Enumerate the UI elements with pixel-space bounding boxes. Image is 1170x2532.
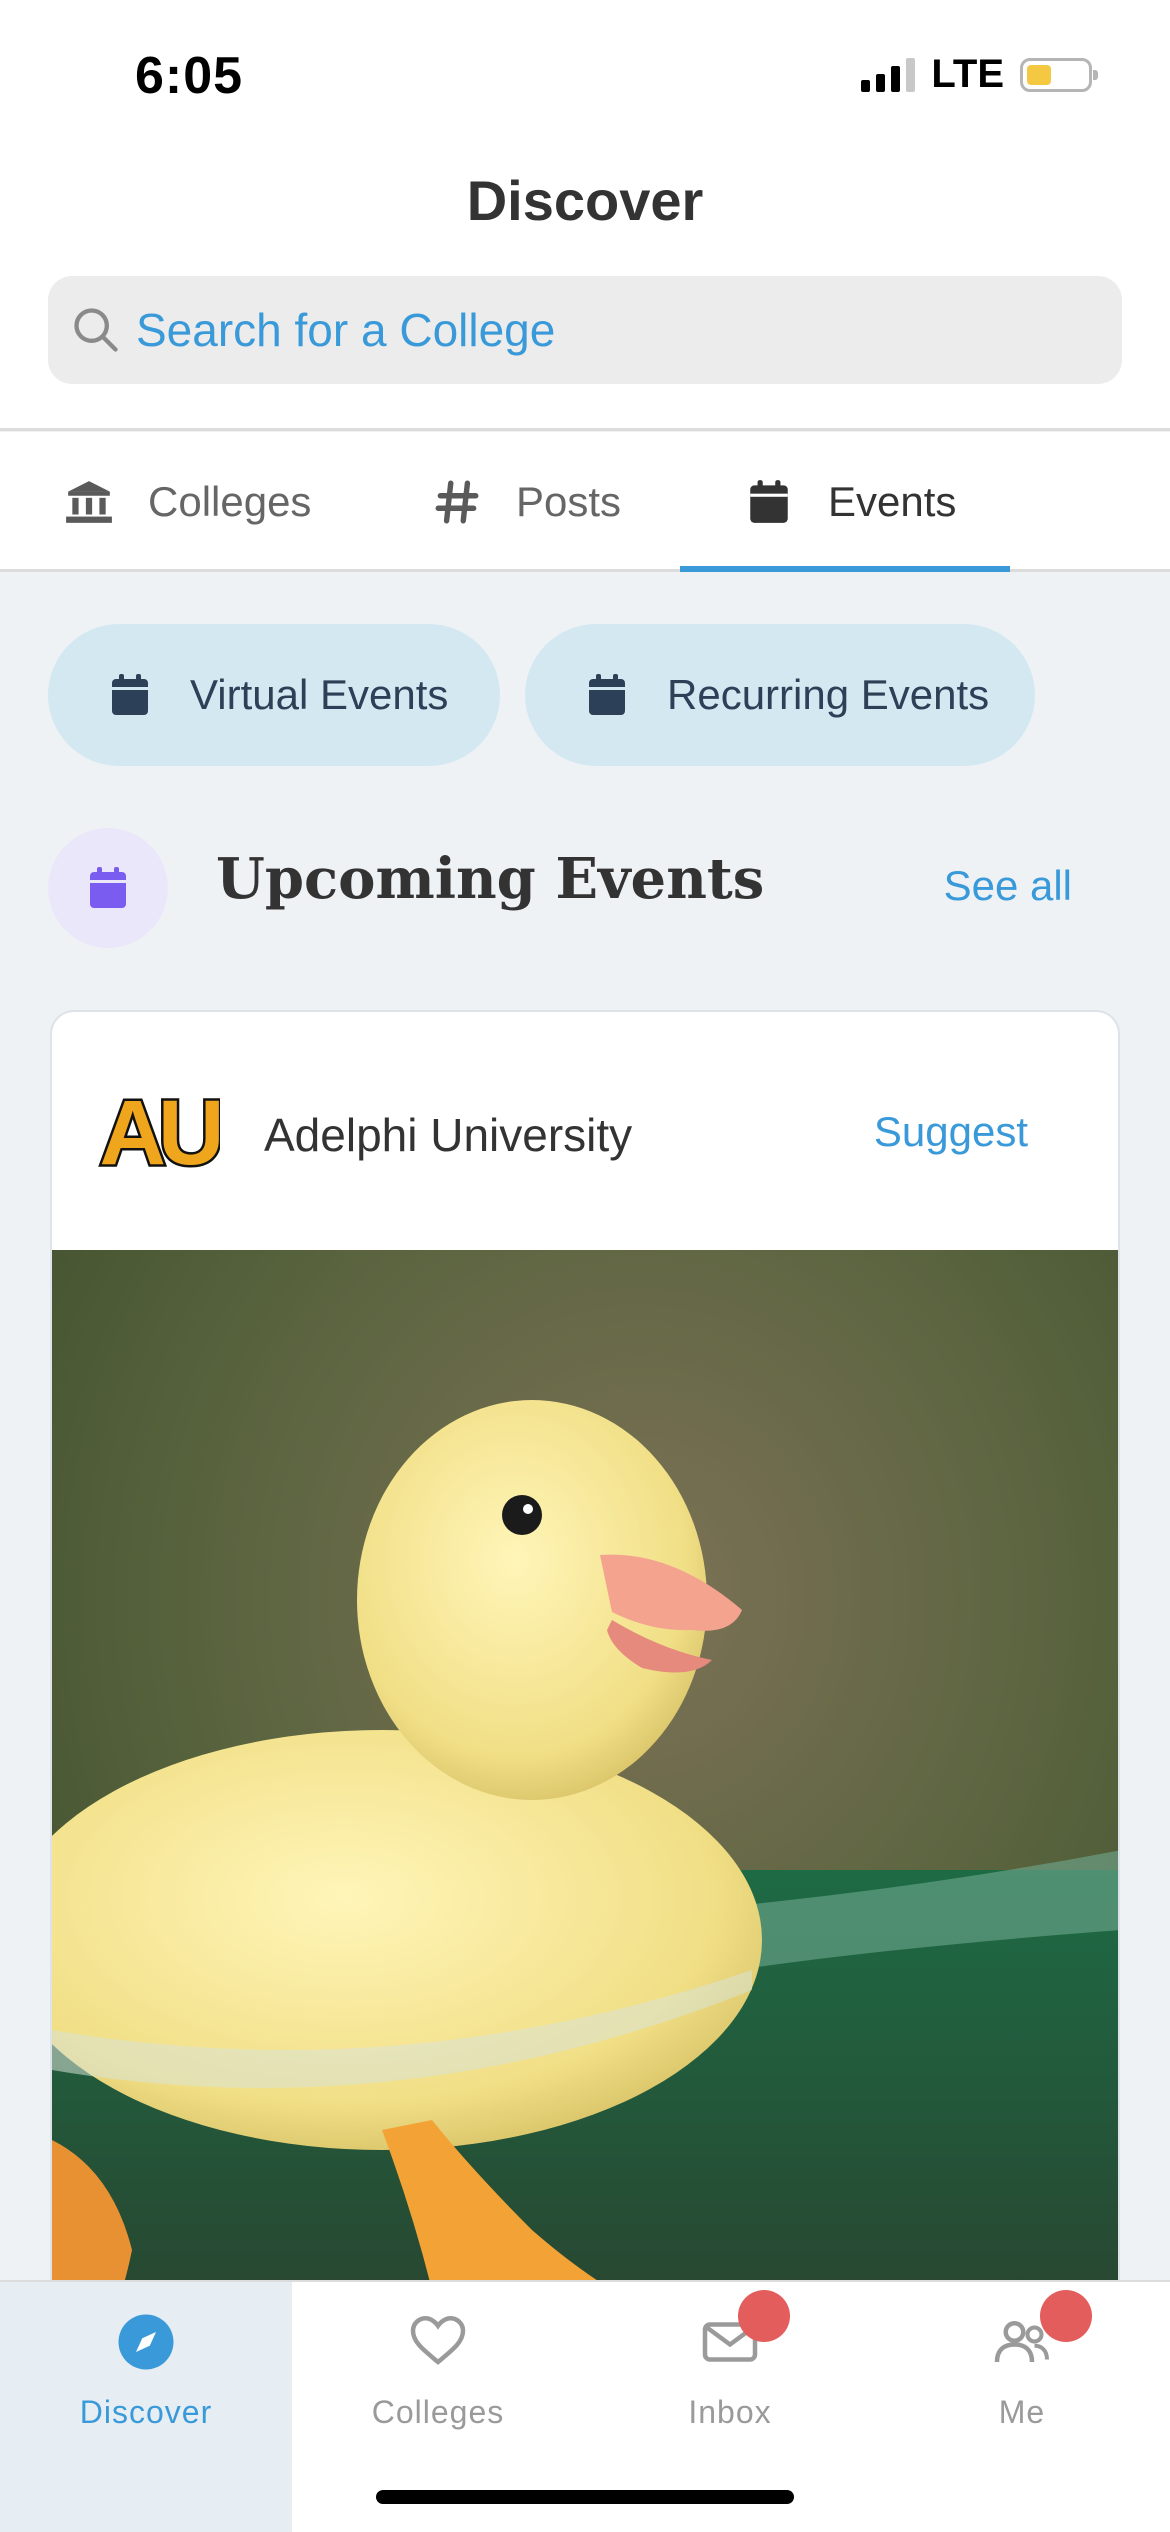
tab-colleges[interactable]: Colleges — [64, 432, 311, 572]
event-image — [52, 1250, 1118, 2408]
header-divider — [0, 428, 1170, 431]
event-card[interactable]: AU Adelphi University Suggest — [50, 1010, 1120, 2410]
status-time: 6:05 — [135, 47, 244, 105]
calendar-icon — [750, 480, 788, 523]
hashtag-icon — [435, 480, 479, 524]
search-input[interactable] — [134, 302, 1038, 358]
nav-label: Inbox — [688, 2394, 772, 2430]
nav-label: Colleges — [371, 2394, 505, 2430]
notification-badge — [738, 2290, 790, 2342]
section-calendar-badge — [48, 828, 168, 948]
suggest-button[interactable]: Suggest — [874, 1108, 1028, 1156]
chip-label: Recurring Events — [667, 671, 990, 718]
tab-posts[interactable]: Posts — [432, 432, 621, 572]
nav-discover[interactable]: Discover — [0, 2282, 292, 2532]
college-logo: AU — [97, 1080, 220, 1183]
search-bar[interactable] — [48, 276, 1122, 384]
compass-icon — [118, 2314, 174, 2370]
tab-label: Events — [828, 478, 957, 525]
notification-badge — [1040, 2290, 1092, 2342]
active-tab-indicator — [680, 566, 1010, 572]
search-icon — [74, 308, 118, 352]
nav-me[interactable]: Me — [876, 2282, 1168, 2532]
svg-text:AU: AU — [100, 1082, 219, 1182]
status-indicators: LTE — [861, 52, 1098, 97]
tab-label: Posts — [516, 478, 622, 525]
signal-icon — [861, 57, 916, 92]
recurring-events-chip[interactable]: Recurring Events — [525, 624, 1035, 766]
tab-label: Colleges — [148, 478, 312, 525]
tab-events[interactable]: Events — [744, 432, 956, 572]
calendar-icon — [112, 674, 148, 715]
calendar-icon — [589, 674, 625, 715]
institution-icon — [66, 481, 112, 523]
chip-label: Virtual Events — [190, 671, 449, 718]
college-name: Adelphi University — [264, 1109, 633, 1161]
calendar-icon — [90, 867, 126, 908]
home-indicator — [376, 2490, 794, 2504]
see-all-link[interactable]: See all — [944, 862, 1072, 910]
section-title: Upcoming Events — [216, 846, 765, 912]
battery-icon — [1020, 57, 1098, 92]
heart-icon — [410, 2315, 466, 2365]
tab-bar: Colleges Posts Events — [0, 432, 1170, 572]
nav-label: Discover — [79, 2394, 213, 2430]
page-title: Discover — [466, 169, 704, 232]
virtual-events-chip[interactable]: Virtual Events — [48, 624, 500, 766]
nav-label: Me — [998, 2394, 1046, 2430]
network-label: LTE — [931, 52, 1004, 96]
